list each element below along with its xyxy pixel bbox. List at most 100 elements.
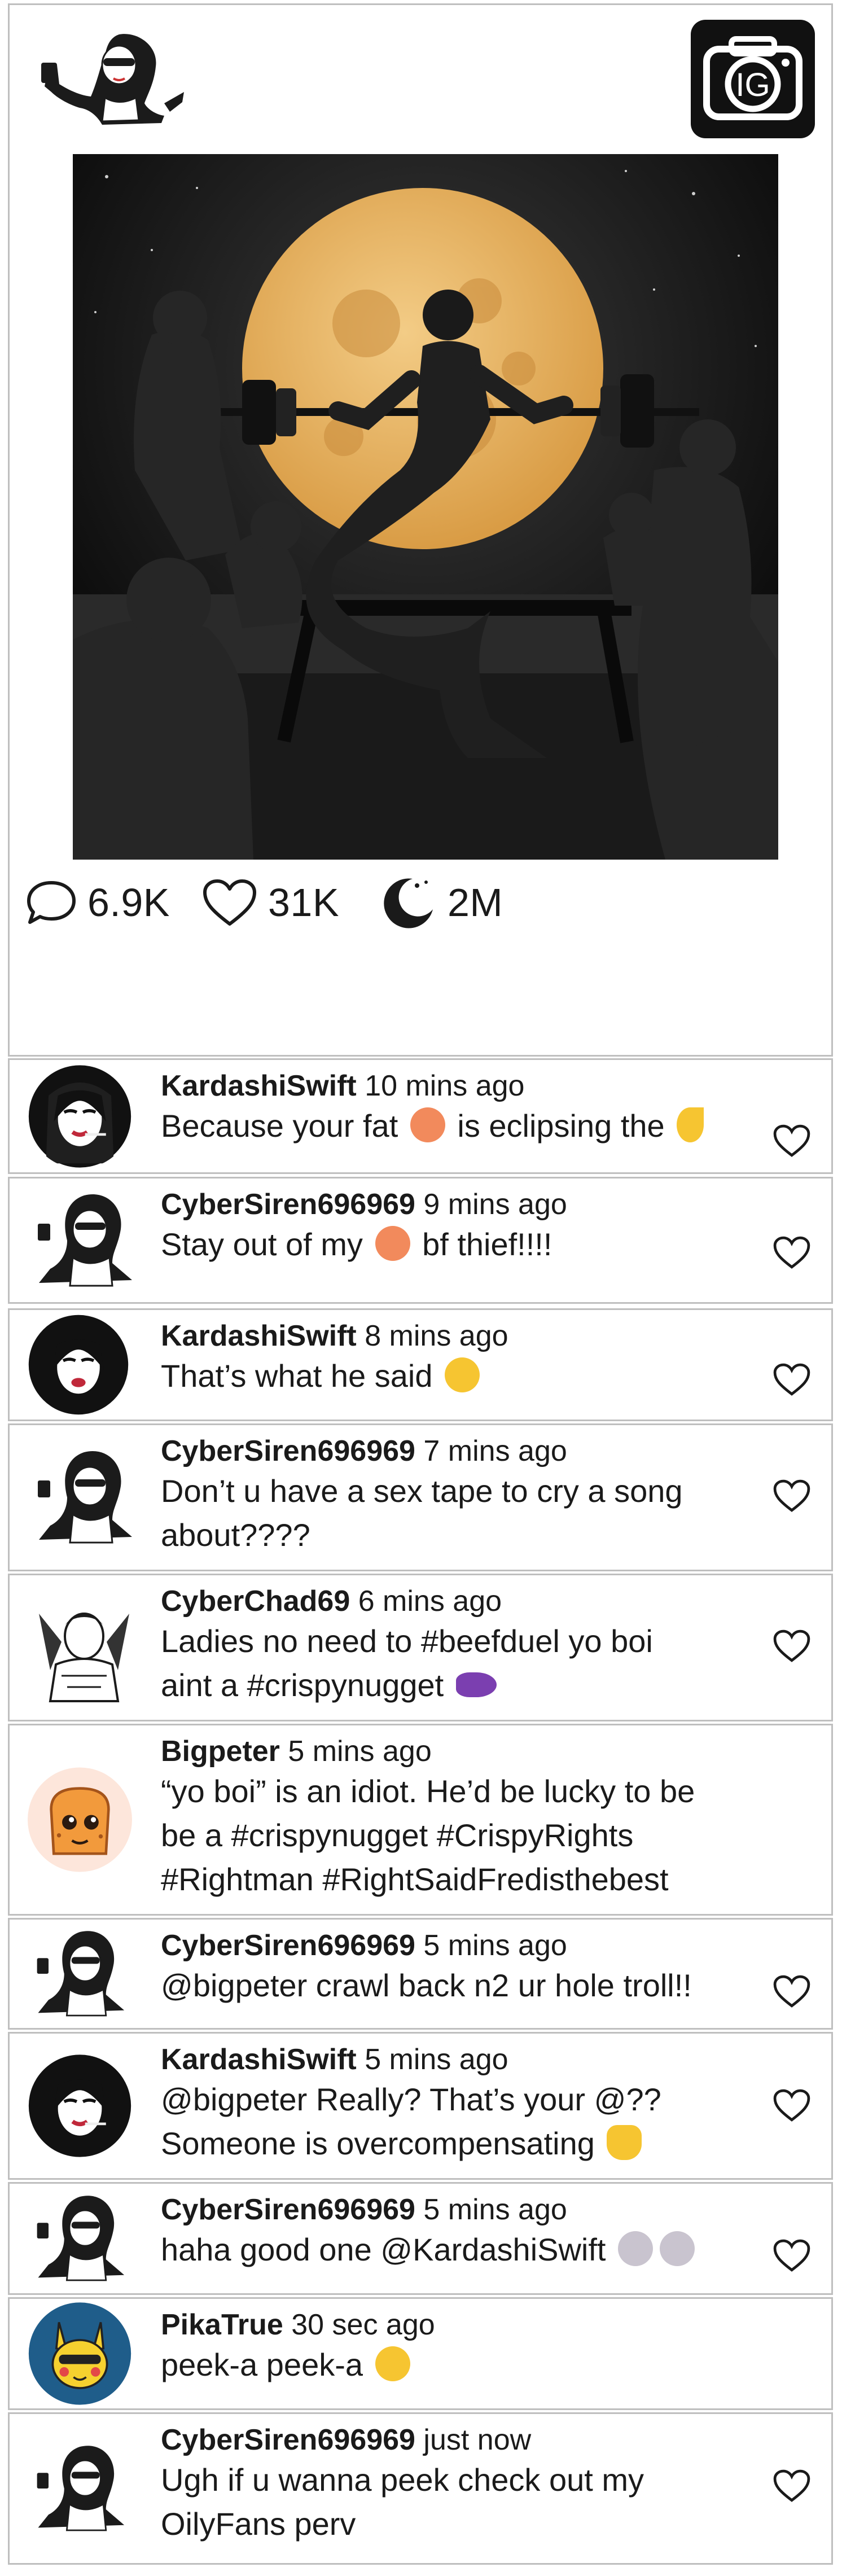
hand-emoji-icon <box>607 2125 642 2160</box>
comment-timestamp: 6 mins ago <box>358 1585 502 1618</box>
bigpeter-toast-avatar-icon <box>28 1768 131 1871</box>
like-count-value: 31K <box>268 880 340 925</box>
comment-timestamp: just now <box>423 2424 532 2456</box>
comment-item: KardashiSwift 8 mins ago That’s what he … <box>8 1308 833 1421</box>
post-stats: 6.9K 31K 2M <box>25 869 590 936</box>
comment-like-heart-icon[interactable] <box>773 1628 811 1663</box>
avatar[interactable] <box>28 1441 141 1554</box>
comment-like-heart-icon[interactable] <box>773 2468 811 2503</box>
comment-bubble-icon <box>27 881 76 924</box>
avatar[interactable] <box>28 1064 132 1168</box>
comment-like-heart-icon[interactable] <box>773 1478 811 1513</box>
kardashi-avatar-icon <box>28 2054 131 2157</box>
avatar[interactable] <box>28 2437 132 2541</box>
cybersiren-avatar-icon <box>38 1194 132 1286</box>
pikatrue-avatar-icon <box>28 2302 131 2405</box>
comment-username[interactable]: CyberSiren696969 <box>161 2193 415 2226</box>
comment-like-heart-icon[interactable] <box>773 1974 811 2009</box>
comment-timestamp: 9 mins ago <box>423 1188 567 1221</box>
comment-timestamp: 5 mins ago <box>423 2193 567 2226</box>
comment-username[interactable]: CyberChad69 <box>161 1585 350 1618</box>
moon-share-icon <box>384 878 433 928</box>
comment-text: “yo boi” is an idiot. He’d be lucky to b… <box>161 1773 695 1897</box>
comment-username[interactable]: KardashiSwift <box>161 2043 357 2076</box>
comment-timestamp: 8 mins ago <box>365 1320 508 1352</box>
comment-item: KardashiSwift 5 mins ago @bigpeter Reall… <box>8 2032 833 2180</box>
comment-item: CyberSiren696969 9 mins ago Stay out of … <box>8 1177 833 1304</box>
comment-body: PikaTrue 30 sec ago peek-a peek-a <box>161 2307 769 2387</box>
heart-icon <box>203 879 256 926</box>
comment-timestamp: 10 mins ago <box>365 1070 525 1102</box>
comment-like-heart-icon[interactable] <box>773 2238 811 2273</box>
comment-username[interactable]: CyberSiren696969 <box>161 1435 415 1467</box>
comment-like-heart-icon[interactable] <box>773 2088 811 2123</box>
post-card: IG 6.9K 31K 2M <box>8 3 833 1057</box>
crescent-moon-emoji-icon <box>677 1107 704 1142</box>
comment-item: CyberSiren696969 5 mins ago haha good on… <box>8 2182 833 2295</box>
comment-text: @bigpeter crawl back n2 ur hole troll!! <box>161 1968 692 2003</box>
avatar[interactable] <box>28 1314 129 1416</box>
skull-emoji-icon <box>660 2231 695 2266</box>
comment-body: CyberSiren696969 just now Ugh if u wanna… <box>161 2422 769 2546</box>
face-with-tongue-emoji-icon <box>375 2346 410 2381</box>
comment-timestamp: 5 mins ago <box>423 1929 567 1962</box>
skull-emoji-icon <box>618 2231 654 2266</box>
comment-body: CyberSiren696969 7 mins ago Don’t u have… <box>161 1433 769 1557</box>
comment-text: Don’t u have a sex tape to cry a song ab… <box>161 1473 683 1553</box>
comment-item: CyberSiren696969 just now Ugh if u wanna… <box>8 2412 833 2565</box>
share-count[interactable]: 2M <box>381 869 503 936</box>
comment-text: Ladies no need to #beefduel yo boi aint … <box>161 1623 653 1703</box>
avatar[interactable] <box>28 2054 132 2158</box>
comment-timestamp: 5 mins ago <box>288 1735 432 1768</box>
avatar[interactable] <box>28 1922 132 2026</box>
peach-emoji-icon <box>410 1107 445 1142</box>
cybersiren-avatar-icon <box>37 2196 125 2281</box>
comment-like-heart-icon[interactable] <box>773 1235 811 1270</box>
svg-text:IG: IG <box>735 67 770 103</box>
comment-item: Bigpeter 5 mins ago “yo boi” is an idiot… <box>8 1724 833 1916</box>
comment-item: CyberSiren696969 7 mins ago Don’t u have… <box>8 1423 833 1571</box>
comment-text: haha good one @KardashiSwift <box>161 2228 769 2272</box>
comment-timestamp: 30 sec ago <box>291 2308 435 2341</box>
avatar[interactable] <box>28 1767 132 1872</box>
comment-username[interactable]: CyberSiren696969 <box>161 2424 415 2456</box>
face-with-tongue-emoji-icon <box>445 1357 480 1392</box>
comment-item: CyberChad69 6 mins ago Ladies no need to… <box>8 1574 833 1721</box>
comment-username[interactable]: KardashiSwift <box>161 1320 357 1352</box>
comment-like-heart-icon[interactable] <box>773 1123 811 1158</box>
share-count-value: 2M <box>448 880 503 925</box>
comment-count[interactable]: 6.9K <box>25 869 170 936</box>
comment-body: CyberSiren696969 5 mins ago @bigpeter cr… <box>161 1927 769 2008</box>
comment-text: That’s what he said <box>161 1354 769 1398</box>
comment-username[interactable]: PikaTrue <box>161 2308 283 2341</box>
comment-username[interactable]: Bigpeter <box>161 1735 280 1768</box>
cybersiren-avatar-icon <box>38 1451 132 1544</box>
comment-like-heart-icon[interactable] <box>773 1362 811 1397</box>
kardashi-avatar-icon <box>28 1064 131 1168</box>
comment-timestamp: 7 mins ago <box>423 1435 567 1467</box>
comment-text: Because your fat is eclipsing the <box>161 1104 769 1148</box>
comment-body: KardashiSwift 5 mins ago @bigpeter Reall… <box>161 2041 769 2166</box>
ig-camera-icon[interactable]: IG <box>691 20 815 138</box>
comment-username[interactable]: KardashiSwift <box>161 1070 357 1102</box>
comment-username[interactable]: CyberSiren696969 <box>161 1929 415 1962</box>
comment-item: KardashiSwift 10 mins ago Because your f… <box>8 1058 833 1174</box>
selfie-avatar-icon <box>41 34 184 125</box>
like-count[interactable]: 31K <box>201 869 339 936</box>
comment-body: CyberChad69 6 mins ago Ladies no need to… <box>161 1583 769 1707</box>
comment-count-value: 6.9K <box>87 880 170 925</box>
post-image[interactable] <box>73 154 778 860</box>
comment-username[interactable]: CyberSiren696969 <box>161 1188 415 1221</box>
avatar[interactable] <box>28 1591 141 1704</box>
author-avatar[interactable] <box>34 30 187 129</box>
comment-body: Bigpeter 5 mins ago “yo boi” is an idiot… <box>161 1733 769 1902</box>
avatar[interactable] <box>28 1184 141 1297</box>
comment-text: Stay out of my bf thief!!!! <box>161 1226 552 1262</box>
peach-emoji-icon <box>375 1226 410 1261</box>
comment-body: KardashiSwift 10 mins ago Because your f… <box>161 1068 769 1148</box>
cybersiren-avatar-icon <box>37 1931 125 2017</box>
comment-body: KardashiSwift 8 mins ago That’s what he … <box>161 1318 769 1398</box>
comment-text: Ugh if u wanna peek check out my OilyFan… <box>161 2462 644 2542</box>
avatar[interactable] <box>28 2302 132 2406</box>
avatar[interactable] <box>28 2187 132 2291</box>
